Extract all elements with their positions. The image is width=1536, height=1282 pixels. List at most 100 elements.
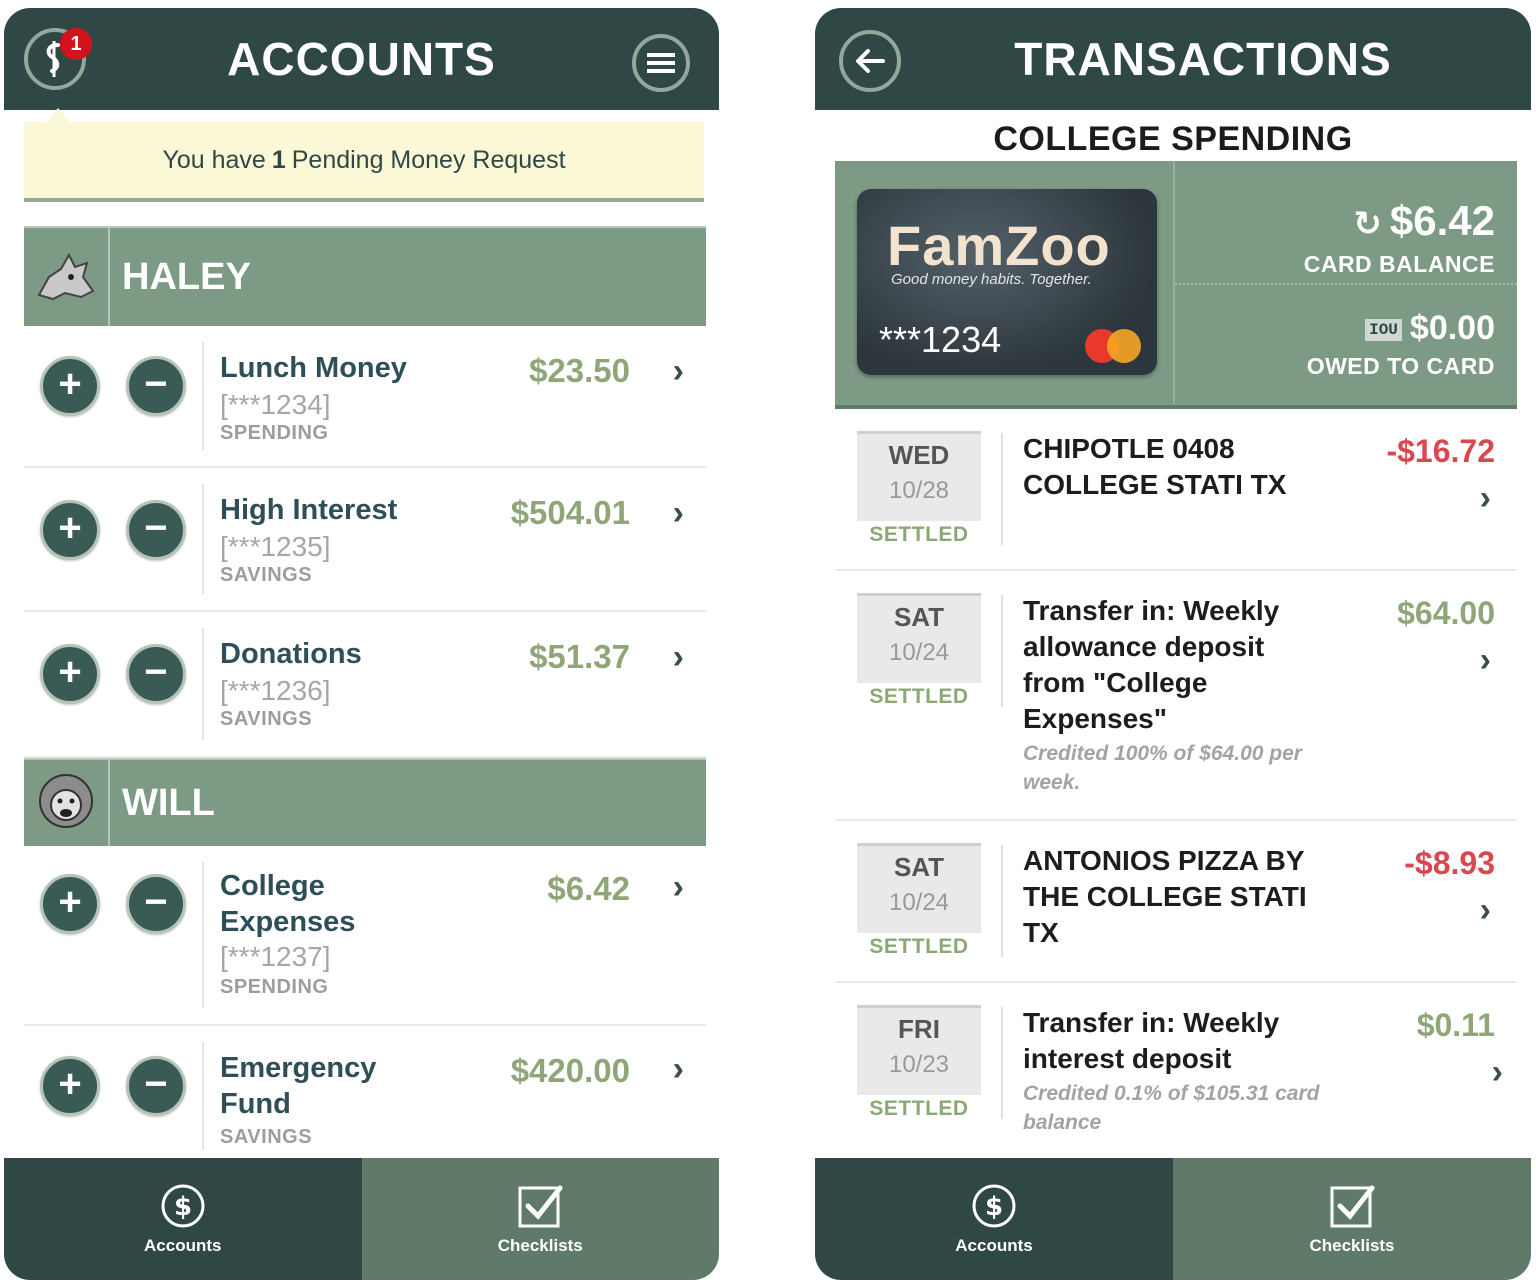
chevron-right-icon[interactable]: › — [673, 638, 684, 677]
row-divider — [202, 1042, 204, 1150]
person-header-haley[interactable]: HALEY — [24, 226, 706, 326]
row-divider — [1001, 1007, 1003, 1119]
chevron-right-icon[interactable]: › — [1480, 479, 1491, 518]
transaction-row[interactable]: WED 10/28 SETTLED CHIPOTLE 0408 COLLEGE … — [835, 409, 1517, 571]
plus-icon: + — [58, 506, 82, 550]
person-name: WILL — [122, 781, 215, 824]
accounts-header: 1 ACCOUNTS — [4, 8, 719, 110]
dollar-circle-icon: $ — [161, 1184, 205, 1228]
iou-icon: IOU — [1365, 319, 1402, 342]
description-line: TX — [1023, 917, 1059, 948]
svg-text:$: $ — [985, 1192, 1003, 1222]
transaction-row[interactable]: SAT 10/24 SETTLED ANTONIOS PIZZA BY THE … — [835, 821, 1517, 983]
status-badge: SETTLED — [869, 1097, 969, 1120]
note-line: balance — [1023, 1111, 1102, 1134]
row-divider — [202, 342, 204, 450]
pending-prefix: You have — [162, 145, 266, 174]
account-type: SAVINGS — [220, 708, 313, 730]
account-name: Donations — [220, 638, 362, 670]
deposit-button[interactable]: + — [40, 644, 100, 704]
status-badge: SETTLED — [869, 685, 969, 708]
description-line: CHIPOTLE 0408 — [1023, 433, 1235, 464]
chevron-right-icon[interactable]: › — [673, 352, 684, 391]
deposit-button[interactable]: + — [40, 1056, 100, 1116]
bottom-tab-bar: $ Accounts Checklists — [4, 1158, 719, 1280]
chevron-right-icon[interactable]: › — [1480, 891, 1491, 930]
account-row[interactable]: + − Emergency Fund SAVINGS $420.00 › — [24, 1026, 706, 1166]
card-number: ***1234 — [879, 319, 1002, 360]
chevron-right-icon[interactable]: › — [1480, 641, 1491, 680]
transaction-description: CHIPOTLE 0408 COLLEGE STATI TX — [1023, 431, 1363, 503]
tab-checklists[interactable]: Checklists — [1173, 1158, 1531, 1280]
tab-accounts[interactable]: $ Accounts — [4, 1158, 362, 1280]
minus-icon: − — [144, 506, 168, 550]
account-row[interactable]: + − High Interest [***1235] SAVINGS $504… — [24, 468, 706, 612]
row-divider — [1001, 433, 1003, 545]
day-of-week: SAT — [893, 602, 945, 632]
account-type: SPENDING — [220, 976, 329, 998]
tab-label: Accounts — [955, 1236, 1033, 1255]
withdraw-button[interactable]: − — [126, 874, 186, 934]
withdraw-button[interactable]: − — [126, 644, 186, 704]
accounts-screen: 1 ACCOUNTS You have 1 Pending Money Requ… — [4, 8, 719, 1280]
withdraw-button[interactable]: − — [126, 1056, 186, 1116]
description-line: allowance deposit — [1023, 631, 1265, 662]
card-tagline: Good money habits. Together. — [891, 271, 1092, 288]
row-divider — [202, 628, 204, 740]
lion-avatar-icon — [39, 774, 93, 828]
note-line: Credited 100% of $64.00 per — [1023, 742, 1302, 765]
minus-icon: − — [144, 880, 168, 924]
chevron-right-icon[interactable]: › — [673, 1050, 684, 1089]
withdraw-button[interactable]: − — [126, 356, 186, 416]
account-row[interactable]: + − College Expenses [***1237] SPENDING … — [24, 846, 706, 1026]
transactions-screen: TRANSACTIONS COLLEGE SPENDING FamZoo Goo… — [815, 8, 1531, 1280]
transaction-description: Transfer in: Weekly interest deposit — [1023, 1005, 1363, 1077]
person-header-will[interactable]: WILL — [24, 758, 706, 846]
account-name-line1: Emergency — [220, 1052, 377, 1084]
day-of-week: SAT — [893, 852, 945, 882]
transaction-row[interactable]: SAT 10/24 SETTLED Transfer in: Weekly al… — [835, 571, 1517, 821]
minus-icon: − — [144, 1062, 168, 1106]
account-row[interactable]: + − Donations [***1236] SAVINGS $51.37 › — [24, 612, 706, 758]
checkbox-icon — [518, 1185, 563, 1228]
menu-button[interactable] — [632, 34, 690, 92]
hamburger-menu-icon — [647, 53, 675, 73]
row-divider — [202, 484, 204, 594]
deposit-button[interactable]: + — [40, 356, 100, 416]
deposit-button[interactable]: + — [40, 874, 100, 934]
account-type: SPENDING — [220, 422, 329, 444]
date: 10/24 — [888, 889, 950, 916]
account-row[interactable]: + − Lunch Money [***1234] SPENDING $23.5… — [24, 326, 706, 468]
transaction-amount: -$16.72 — [1386, 433, 1495, 469]
description-line: THE COLLEGE STATI — [1023, 881, 1307, 912]
chevron-right-icon[interactable]: › — [673, 868, 684, 907]
status-badge: SETTLED — [869, 935, 969, 958]
owed-to-card-amount: IOU $0.00 — [1365, 309, 1495, 348]
account-name-line2: Expenses — [220, 906, 356, 938]
card-balance-amount[interactable]: ↻ $6.42 — [1353, 197, 1495, 245]
date-box: FRI 10/23 — [857, 1005, 981, 1095]
pending-request-banner[interactable]: You have 1 Pending Money Request — [24, 122, 704, 202]
chevron-right-icon[interactable]: › — [673, 494, 684, 533]
refresh-icon[interactable]: ↻ — [1353, 205, 1382, 243]
note-line: Credited 0.1% of $105.31 card — [1023, 1082, 1320, 1105]
description-line: ANTONIOS PIZZA BY — [1023, 845, 1305, 876]
withdraw-button[interactable]: − — [126, 500, 186, 560]
dotted-divider — [1175, 283, 1517, 285]
page-title: ACCOUNTS — [227, 33, 496, 85]
deposit-button[interactable]: + — [40, 500, 100, 560]
bottom-tab-bar: $ Accounts Checklists — [815, 1158, 1531, 1280]
card-balance-label: CARD BALANCE — [1303, 251, 1495, 277]
tab-accounts[interactable]: $ Accounts — [815, 1158, 1173, 1280]
account-balance: $6.42 — [547, 870, 630, 907]
tab-checklists[interactable]: Checklists — [361, 1158, 719, 1280]
transaction-row[interactable]: FRI 10/23 SETTLED Transfer in: Weekly in… — [835, 983, 1517, 1158]
account-title: COLLEGE SPENDING — [993, 120, 1353, 158]
chevron-right-icon[interactable]: › — [1492, 1053, 1503, 1092]
date: 10/23 — [888, 1051, 950, 1078]
plus-icon: + — [58, 362, 82, 406]
page-title: TRANSACTIONS — [1014, 33, 1392, 85]
debit-card-image[interactable]: FamZoo Good money habits. Together. ***1… — [857, 189, 1157, 375]
description-line: Transfer in: Weekly — [1023, 595, 1280, 626]
transaction-description: ANTONIOS PIZZA BY THE COLLEGE STATI TX — [1023, 843, 1363, 951]
